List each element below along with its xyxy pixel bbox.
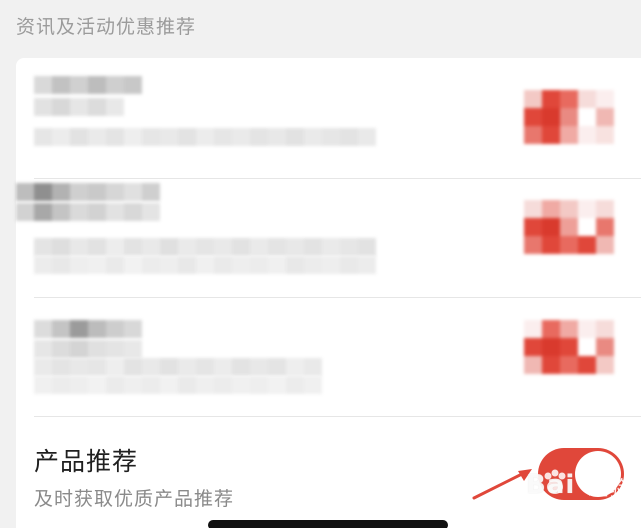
obscured-subtitle-1 [34,128,376,146]
setting-subtitle: 及时获取优质产品推荐 [34,488,235,510]
obscured-subtitle-3 [34,358,322,376]
setting-title: 产品推荐 [34,447,139,476]
settings-page: 资讯及活动优惠推荐 产品推荐 及时获取优质产品推荐 Bai 经验 jingyan… [0,0,641,528]
watermark-url: jingyan.baidu.com [528,506,630,519]
divider-3 [34,416,641,417]
obscured-subtitle-3b [34,376,322,394]
obscured-title-1 [34,76,142,94]
divider-2 [34,297,641,298]
obscured-title-2b [16,203,160,221]
obscured-title-3 [34,320,142,338]
settings-card: 产品推荐 及时获取优质产品推荐 [16,58,641,528]
obscured-title-2 [16,183,160,201]
obscured-title-3b [34,340,142,358]
home-indicator[interactable] [208,520,448,528]
watermark-brand: Bai [526,470,576,500]
obscured-subtitle-2b [34,256,376,274]
divider-1 [34,178,641,179]
obscured-title-1b [34,98,124,116]
obscured-subtitle-2 [34,238,376,256]
baidu-watermark: Bai 经验 jingyan.baidu.com [478,460,638,528]
section-header: 资讯及活动优惠推荐 [16,16,197,38]
watermark-brand-cn: 经验 [588,476,628,500]
